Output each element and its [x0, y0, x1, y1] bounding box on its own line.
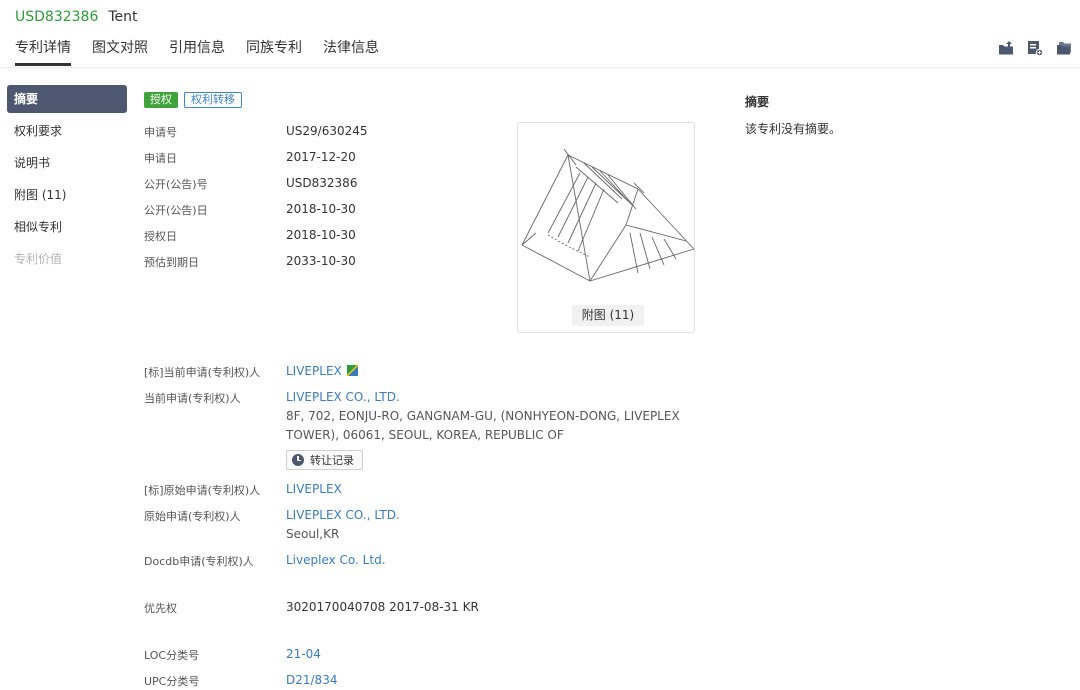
- abstract-title: 摘要: [745, 95, 770, 109]
- expiry-date-value: 2033-10-30: [286, 254, 356, 268]
- status-badge: 授权: [144, 92, 178, 108]
- patent-title: Tent: [108, 9, 138, 25]
- tab-legal[interactable]: 法律信息: [323, 36, 379, 66]
- page-header: USD832386 Tent 专利详情 图文对照 引用信息 同族专利 法律信息: [0, 0, 1080, 68]
- docdb-applicant-link[interactable]: Liveplex Co. Ltd.: [286, 553, 386, 567]
- publication-date-value: 2018-10-30: [286, 202, 356, 216]
- tent-drawing: [521, 148, 695, 282]
- clock-icon: [292, 454, 304, 466]
- transfer-badge: 权利转移: [184, 92, 242, 108]
- original-applicant-location: Seoul,KR: [286, 527, 340, 541]
- sidebar: 摘要 权利要求 说明书 附图 (11) 相似专利 专利价值: [7, 85, 127, 277]
- drawing-preview-card[interactable]: 附图 (11): [517, 122, 695, 333]
- current-applicant-label: 当前申请(专利权)人: [144, 392, 241, 405]
- application-no-value: US29/630245: [286, 124, 368, 138]
- application-date-label: 申请日: [144, 152, 177, 165]
- transfer-record-button[interactable]: 转让记录: [286, 450, 363, 470]
- add-bookmark-icon[interactable]: [1027, 40, 1043, 56]
- status-badges: 授权 权利转移: [144, 92, 242, 108]
- current-applicant-link[interactable]: LIVEPLEX CO., LTD.: [286, 390, 400, 404]
- std-original-applicant-link[interactable]: LIVEPLEX: [286, 482, 342, 496]
- tab-citations[interactable]: 引用信息: [169, 36, 225, 66]
- tab-family[interactable]: 同族专利: [246, 36, 302, 66]
- patent-number: USD832386: [15, 9, 99, 25]
- tab-image-text[interactable]: 图文对照: [92, 36, 148, 66]
- publication-date-label: 公开(公告)日: [144, 204, 208, 217]
- abstract-text: 该专利没有摘要。: [745, 122, 842, 136]
- grant-date-value: 2018-10-30: [286, 228, 356, 242]
- sidebar-item-abstract[interactable]: 摘要: [7, 85, 127, 113]
- original-applicant-label: 原始申请(专利权)人: [144, 510, 241, 523]
- sidebar-item-drawings[interactable]: 附图 (11): [7, 181, 127, 209]
- loc-label: LOC分类号: [144, 649, 200, 662]
- sidebar-item-claims[interactable]: 权利要求: [7, 117, 127, 145]
- sidebar-item-value: 专利价值: [14, 252, 63, 266]
- current-applicant-address: 8F, 702, EONJU-RO, GANGNAM-GU, (NONHYEON…: [286, 409, 680, 442]
- company-logo-icon: [346, 365, 358, 376]
- upc-link[interactable]: D21/834: [286, 673, 337, 687]
- application-no-label: 申请号: [144, 126, 177, 139]
- sidebar-item-description[interactable]: 说明书: [7, 149, 127, 177]
- folder-icon[interactable]: [1056, 40, 1072, 56]
- tab-bar: 专利详情 图文对照 引用信息 同族专利 法律信息: [15, 36, 400, 66]
- original-applicant-link[interactable]: LIVEPLEX CO., LTD.: [286, 508, 400, 522]
- loc-link[interactable]: 21-04: [286, 647, 321, 661]
- std-current-applicant-label: [标]当前申请(专利权)人: [144, 366, 261, 379]
- title-row: USD832386 Tent: [15, 7, 138, 27]
- sidebar-item-similar[interactable]: 相似专利: [7, 213, 127, 241]
- transfer-record-label: 转让记录: [310, 454, 354, 467]
- grant-date-label: 授权日: [144, 230, 177, 243]
- expiry-date-label: 预估到期日: [144, 256, 199, 269]
- docdb-applicant-label: Docdb申请(专利权)人: [144, 555, 254, 568]
- publication-no-label: 公开(公告)号: [144, 178, 208, 191]
- std-original-applicant-label: [标]原始申请(专利权)人: [144, 484, 261, 497]
- std-current-applicant: LIVEPLEX: [286, 364, 358, 378]
- application-date-value: 2017-12-20: [286, 150, 356, 164]
- export-icon[interactable]: [998, 40, 1014, 56]
- publication-no-value: USD832386: [286, 176, 358, 190]
- drawings-button[interactable]: 附图 (11): [572, 305, 644, 326]
- priority-label: 优先权: [144, 602, 177, 615]
- priority-value: 3020170040708 2017-08-31 KR: [286, 600, 479, 614]
- tab-patent-details[interactable]: 专利详情: [15, 36, 71, 66]
- std-current-applicant-link[interactable]: LIVEPLEX: [286, 364, 342, 378]
- upc-label: UPC分类号: [144, 675, 200, 688]
- header-tools: [985, 40, 1072, 56]
